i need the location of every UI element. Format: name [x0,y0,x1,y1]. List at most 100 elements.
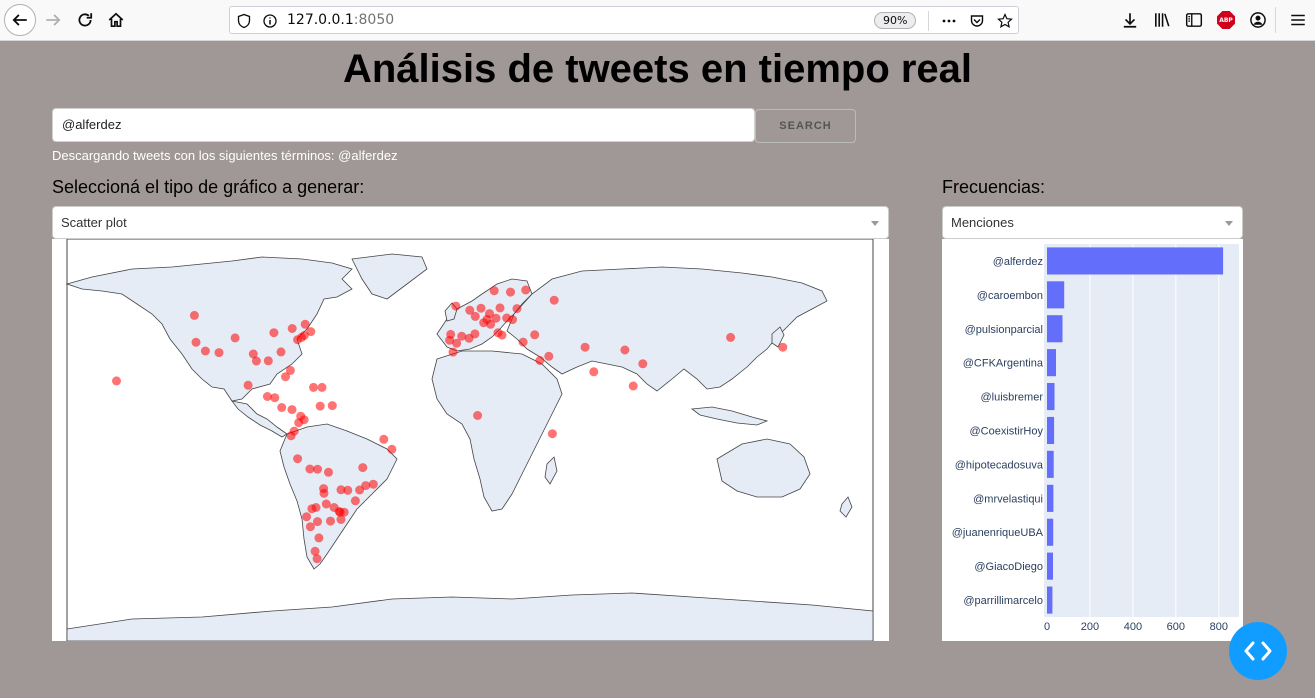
bar-mark[interactable] [1047,281,1065,309]
map-point[interactable] [327,401,337,411]
map-point[interactable] [329,503,339,512]
map-point[interactable] [243,380,253,390]
map-point[interactable] [270,393,280,403]
mentions-bar-chart[interactable]: @alferdez @caroembon @pulsionparcial @CFKAr… [942,239,1243,641]
search-input[interactable]: @alferdez [52,108,755,142]
map-point[interactable] [355,485,365,495]
shield-icon[interactable] [234,11,254,31]
map-point[interactable] [319,488,329,498]
downloads-button[interactable] [1115,5,1145,35]
map-point[interactable] [336,515,346,524]
map-point[interactable] [358,463,368,473]
frequency-chart-panel[interactable]: @alferdez @caroembon @pulsionparcial @CFKAr… [942,239,1243,641]
bar-mark[interactable] [1047,416,1055,444]
map-point[interactable] [506,287,515,297]
map-point[interactable] [589,367,599,377]
zoom-badge[interactable]: 90% [874,12,917,29]
map-point[interactable] [508,315,517,325]
chevron-down-icon[interactable] [871,221,879,226]
map-point[interactable] [448,347,458,357]
map-point[interactable] [214,348,224,358]
map-point[interactable] [300,319,310,329]
map-point[interactable] [324,467,333,477]
map-point[interactable] [287,324,297,333]
map-point[interactable] [521,285,531,295]
menu-button[interactable] [1283,5,1313,35]
map-point[interactable] [778,342,788,352]
map-point[interactable] [315,401,325,411]
map-point[interactable] [479,318,489,328]
bar-mark[interactable] [1047,349,1056,377]
bar-mark[interactable] [1047,383,1055,411]
pocket-icon[interactable] [967,11,987,31]
map-point[interactable] [452,338,462,348]
account-button[interactable] [1243,5,1273,35]
map-point[interactable] [535,356,545,365]
bar-mark[interactable] [1047,247,1224,275]
map-point[interactable] [497,330,507,340]
page-actions-icon[interactable] [939,11,959,31]
map-point[interactable] [112,376,121,386]
map-point[interactable] [276,347,286,357]
map-point[interactable] [312,554,322,564]
home-button[interactable] [101,5,131,35]
map-point[interactable] [294,418,304,428]
map-point[interactable] [200,346,210,356]
sidebar-button[interactable] [1179,5,1209,35]
url-text[interactable]: 127.0.0.1:8050 [287,12,394,28]
map-point[interactable] [544,351,554,361]
map-point[interactable] [269,328,279,338]
map-point[interactable] [293,454,303,464]
chevron-down-icon[interactable] [1225,221,1233,226]
map-point[interactable] [313,464,322,474]
map-point[interactable] [547,429,557,439]
map-point[interactable] [620,345,630,355]
map-point[interactable] [326,516,335,526]
frequency-dropdown[interactable]: Menciones [942,206,1243,239]
map-point[interactable] [530,330,540,340]
map-point[interactable] [464,333,474,343]
map-point[interactable] [307,504,317,514]
map-point[interactable] [476,303,486,313]
bar-mark[interactable] [1047,552,1053,580]
info-icon[interactable] [260,11,280,31]
map-point[interactable] [230,333,240,343]
bookmark-star-icon[interactable] [995,11,1015,31]
dash-dev-tools-button[interactable] [1229,622,1287,680]
map-point[interactable] [343,485,353,495]
map-point[interactable] [473,411,483,420]
map-point[interactable] [580,342,590,352]
map-point[interactable] [281,372,290,382]
back-button[interactable] [4,4,36,36]
map-point[interactable] [189,310,199,320]
map-point[interactable] [387,444,397,454]
map-point[interactable] [263,356,273,366]
map-point[interactable] [286,431,296,441]
bar-mark[interactable] [1047,518,1054,546]
map-point[interactable] [350,496,360,506]
map-chart-panel[interactable] [52,238,889,642]
map-point[interactable] [495,303,505,313]
url-bar[interactable]: 127.0.0.1:8050 90% [229,6,1019,34]
map-point[interactable] [305,522,315,532]
map-point[interactable] [465,305,475,315]
map-point[interactable] [309,382,318,392]
map-point[interactable] [379,434,389,444]
map-point[interactable] [638,359,648,369]
library-button[interactable] [1147,5,1177,35]
map-point[interactable] [317,382,327,392]
chart-type-dropdown[interactable]: Scatter plot [52,206,889,239]
map-point[interactable] [314,533,324,543]
map-point[interactable] [191,337,201,347]
adblock-button[interactable]: ABP [1211,5,1241,35]
map-point[interactable] [549,295,559,305]
reload-button[interactable] [70,5,100,35]
forward-button[interactable] [38,5,68,35]
bar-mark[interactable] [1047,450,1054,478]
map-point[interactable] [628,381,638,391]
map-point[interactable] [302,512,312,522]
bar-mark[interactable] [1047,484,1054,512]
map-point[interactable] [518,337,528,347]
bar-mark[interactable] [1047,315,1063,343]
world-map-chart[interactable] [52,238,889,642]
